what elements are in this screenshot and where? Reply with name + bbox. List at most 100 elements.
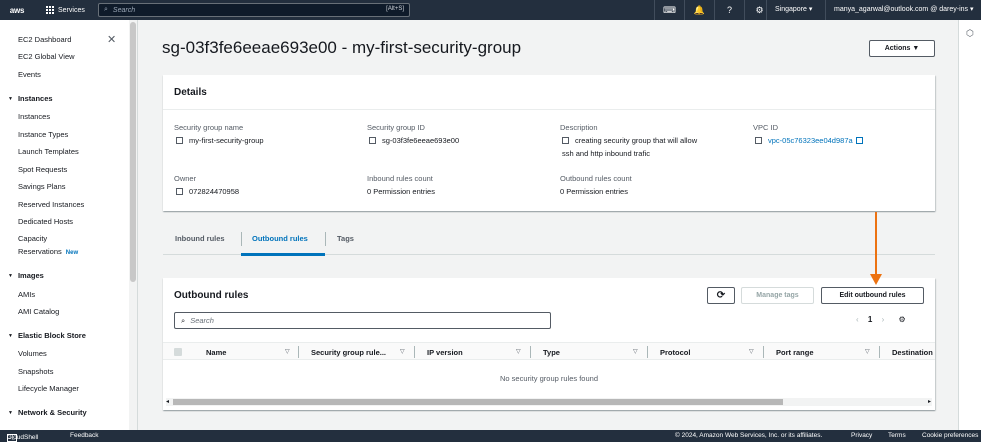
sidebar-item-events[interactable]: Events — [18, 70, 41, 79]
col-protocol[interactable]: Protocol — [660, 348, 690, 357]
filter-caret-icon[interactable]: ▽ — [285, 348, 290, 355]
search-icon: ⌕ — [104, 6, 108, 13]
cookie-preferences-link[interactable]: Cookie preferences — [922, 432, 978, 439]
filter-caret-icon[interactable]: ▽ — [516, 348, 521, 355]
col-separator — [298, 346, 299, 358]
filter-caret-icon[interactable]: ▽ — [400, 348, 405, 355]
top-navigation-bar: aws Services ⌕ Search [Alt+S] ⌨ 🔔 ? ⚙ Si… — [0, 0, 981, 20]
copy-icon[interactable] — [755, 137, 762, 144]
toolbar-icons: ⌨ 🔔 ? ⚙ — [654, 0, 774, 20]
field-value-inbound-count: 0 Permission entries — [367, 187, 435, 196]
sidebar-scroll-thumb[interactable] — [130, 22, 136, 282]
field-value-outbound-count: 0 Permission entries — [560, 187, 628, 196]
manage-tags-button[interactable]: Manage tags — [741, 287, 814, 304]
sidebar-item-snapshots[interactable]: Snapshots — [18, 367, 53, 376]
ec2-sidebar: ✕ EC2 Dashboard EC2 Global View Events I… — [0, 20, 138, 430]
col-ip-version[interactable]: IP version — [427, 348, 463, 357]
tab-inbound-rules[interactable]: Inbound rules — [175, 234, 225, 243]
col-rule-id[interactable]: Security group rule... — [311, 348, 386, 357]
next-page-icon[interactable]: › — [882, 315, 885, 324]
global-search-input[interactable]: ⌕ Search [Alt+S] — [98, 3, 410, 17]
sg-id-value: sg-03f3fe6eeae693e00 — [382, 136, 460, 145]
scroll-left-icon[interactable]: ◂ — [166, 398, 169, 405]
copy-icon[interactable] — [176, 188, 183, 195]
search-icon: ⌕ — [181, 315, 186, 325]
sidebar-section-instances[interactable]: Instances — [8, 94, 53, 103]
copy-icon[interactable] — [369, 137, 376, 144]
footer-bar: >_ CloudShell Feedback © 2024, Amazon Web… — [0, 430, 981, 442]
services-menu-button[interactable]: Services — [34, 0, 92, 20]
sidebar-item-instance-types[interactable]: Instance Types — [18, 130, 68, 139]
copy-icon[interactable] — [562, 137, 569, 144]
sidebar-item-volumes[interactable]: Volumes — [18, 349, 47, 358]
actions-button[interactable]: Actions ▼ — [869, 40, 935, 57]
sidebar-item-launch-templates[interactable]: Launch Templates — [18, 147, 79, 156]
copy-icon[interactable] — [176, 137, 183, 144]
sidebar-item-dedicated-hosts[interactable]: Dedicated Hosts — [18, 217, 73, 226]
sidebar-item-reserved-instances[interactable]: Reserved Instances — [18, 200, 84, 209]
col-type[interactable]: Type — [543, 348, 560, 357]
description-line1: creating security group that will allow — [575, 136, 698, 145]
right-utility-rail: ⬡ — [958, 20, 981, 430]
search-shortcut: [Alt+S] — [386, 6, 404, 12]
terms-link[interactable]: Terms — [888, 432, 906, 439]
edit-outbound-rules-button[interactable]: Edit outbound rules — [821, 287, 924, 304]
details-heading: Details — [174, 87, 207, 98]
rules-search-input[interactable]: ⌕ Search — [174, 312, 551, 329]
table-horizontal-scrollbar[interactable]: ◂ ▸ — [166, 398, 932, 406]
external-link-icon[interactable] — [855, 137, 863, 144]
sidebar-item-capacity[interactable]: Capacity — [18, 234, 47, 243]
horizontal-scroll-thumb[interactable] — [173, 399, 783, 405]
prev-page-icon[interactable]: ‹ — [856, 315, 859, 324]
scroll-right-icon[interactable]: ▸ — [928, 398, 931, 405]
col-port-range[interactable]: Port range — [776, 348, 814, 357]
reservations-label: Reservations — [18, 247, 62, 256]
privacy-link[interactable]: Privacy — [851, 432, 872, 439]
active-tab-indicator — [241, 253, 325, 256]
cloudshell-icon[interactable]: ⌨ — [654, 0, 684, 20]
sidebar-section-network-security[interactable]: Network & Security — [8, 408, 87, 417]
outbound-rules-heading: Outbound rules — [174, 290, 249, 301]
sidebar-section-ebs[interactable]: Elastic Block Store — [8, 331, 86, 340]
refresh-button[interactable]: ⟳ — [707, 287, 735, 304]
sidebar-item-global-view[interactable]: EC2 Global View — [18, 52, 75, 61]
help-icon[interactable]: ? — [714, 0, 744, 20]
filter-caret-icon[interactable]: ▽ — [865, 348, 870, 355]
field-value-sg-id: sg-03f3fe6eeae693e00 — [369, 135, 459, 147]
refresh-icon: ⟳ — [716, 290, 726, 301]
current-page[interactable]: 1 — [868, 315, 872, 324]
account-menu[interactable]: manya_agarwal@outlook.com @ darey-ins ▾ — [825, 0, 974, 20]
field-label-vpc-id: VPC ID — [753, 123, 779, 132]
sidebar-item-capacity-reservations[interactable]: Reservations New — [18, 247, 78, 256]
sidebar-item-ec2-dashboard[interactable]: EC2 Dashboard — [18, 35, 71, 44]
sidebar-item-savings-plans[interactable]: Savings Plans — [18, 182, 66, 191]
col-destination[interactable]: Destination — [892, 348, 933, 357]
notifications-icon[interactable]: 🔔 — [684, 0, 714, 20]
sidebar-item-instances[interactable]: Instances — [18, 112, 50, 121]
tab-tags[interactable]: Tags — [337, 234, 354, 243]
region-selector[interactable]: Singapore ▾ — [766, 0, 812, 20]
aws-logo[interactable]: aws — [0, 0, 34, 20]
col-name[interactable]: Name — [206, 348, 226, 357]
filter-caret-icon[interactable]: ▽ — [749, 348, 754, 355]
sidebar-section-images[interactable]: Images — [8, 271, 44, 280]
outbound-rules-panel: Outbound rules ⟳ Manage tags Edit outbou… — [163, 278, 935, 410]
tab-outbound-rules[interactable]: Outbound rules — [252, 234, 308, 243]
sidebar-scrollbar[interactable] — [129, 20, 137, 430]
sidebar-item-lifecycle-manager[interactable]: Lifecycle Manager — [18, 384, 79, 393]
sidebar-item-spot-requests[interactable]: Spot Requests — [18, 165, 67, 174]
sidebar-item-ami-catalog[interactable]: AMI Catalog — [18, 307, 59, 316]
filter-caret-icon[interactable]: ▽ — [633, 348, 638, 355]
sidebar-item-amis[interactable]: AMIs — [18, 290, 35, 299]
feedback-link[interactable]: Feedback — [70, 432, 99, 439]
table-settings-gear-icon[interactable]: ⚙ — [899, 315, 906, 324]
pagination: ‹ 1 › ⚙ — [856, 315, 906, 324]
col-separator — [530, 346, 531, 358]
vpc-id-link[interactable]: vpc-05c76323ee04d987a — [768, 136, 853, 145]
page-title: sg-03f3fe6eeae693e00 - my-first-security… — [162, 38, 522, 57]
info-panel-icon[interactable]: ⬡ — [966, 28, 974, 39]
close-sidebar-icon[interactable]: ✕ — [107, 33, 116, 46]
select-all-checkbox[interactable] — [174, 348, 182, 356]
field-label-sg-name: Security group name — [174, 123, 244, 132]
grid-icon — [46, 6, 54, 14]
